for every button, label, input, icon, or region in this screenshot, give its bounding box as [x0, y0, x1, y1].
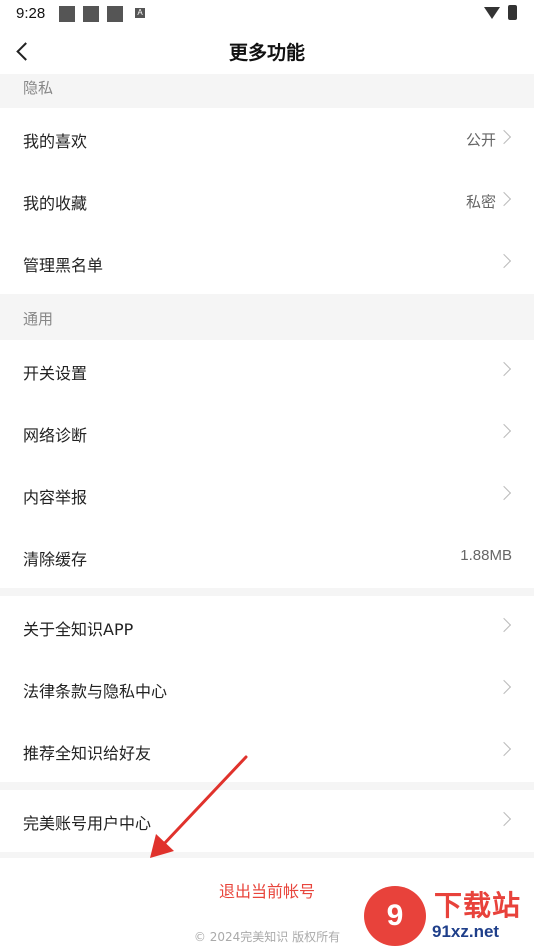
- chevron-right-icon: [496, 811, 512, 827]
- row-value: 公开: [465, 132, 496, 149]
- notification-icon: [59, 6, 75, 22]
- notification-icon: [107, 6, 123, 22]
- chevron-right-icon: [496, 679, 512, 695]
- watermark-logo: 9 下载站 91xz.net: [362, 884, 532, 948]
- row-switch-settings[interactable]: 开关设置: [0, 340, 534, 402]
- row-label: 法律条款与隐私中心: [23, 682, 168, 701]
- row-account-center[interactable]: 完美账号用户中心: [0, 790, 534, 852]
- status-bar: 9:28 A: [0, 0, 534, 28]
- section-label-privacy: 隐私: [23, 79, 54, 97]
- chevron-right-icon: [496, 361, 512, 377]
- row-legal-privacy[interactable]: 法律条款与隐私中心: [0, 658, 534, 720]
- chevron-right-icon: [496, 191, 512, 207]
- accessibility-icon: A: [135, 8, 145, 18]
- watermark-badge: 9: [364, 886, 426, 946]
- cache-size-value: 1.88MB: [460, 547, 512, 564]
- row-my-favorites[interactable]: 我的收藏 私密: [0, 170, 534, 232]
- row-label: 管理黑名单: [23, 256, 104, 275]
- row-label: 我的喜欢: [23, 132, 88, 151]
- row-label: 我的收藏: [23, 194, 88, 213]
- chevron-right-icon: [496, 129, 512, 145]
- account-group: 完美账号用户中心: [0, 790, 534, 852]
- privacy-group: 我的喜欢 公开 我的收藏 私密 管理黑名单: [0, 108, 534, 294]
- header-bar: 更多功能: [0, 28, 534, 74]
- chevron-right-icon: [496, 423, 512, 439]
- row-my-likes[interactable]: 我的喜欢 公开: [0, 108, 534, 170]
- row-network-diagnosis[interactable]: 网络诊断: [0, 402, 534, 464]
- wifi-icon: [484, 7, 500, 19]
- row-label: 推荐全知识给好友: [23, 744, 152, 763]
- row-label: 内容举报: [23, 488, 88, 507]
- row-value: 私密: [465, 194, 496, 211]
- chevron-right-icon: [496, 485, 512, 501]
- general-group: 开关设置 网络诊断 内容举报 清除缓存 1.88MB: [0, 340, 534, 588]
- watermark-en-text: 91xz.net: [432, 922, 500, 941]
- section-label-general: 通用: [23, 310, 54, 328]
- row-label: 开关设置: [23, 364, 88, 383]
- battery-icon: [508, 5, 517, 20]
- row-about-app[interactable]: 关于全知识APP: [0, 596, 534, 658]
- page-title: 更多功能: [228, 42, 305, 64]
- status-time: 9:28: [16, 5, 46, 22]
- row-recommend-friends[interactable]: 推荐全知识给好友: [0, 720, 534, 782]
- notification-icon: [83, 6, 99, 22]
- row-content-report[interactable]: 内容举报: [0, 464, 534, 526]
- chevron-right-icon: [496, 253, 512, 269]
- chevron-right-icon: [496, 741, 512, 757]
- watermark-cn-text: 下载站: [434, 889, 522, 922]
- row-clear-cache[interactable]: 清除缓存 1.88MB: [0, 526, 534, 588]
- row-label: 清除缓存: [23, 550, 88, 569]
- row-label: 完美账号用户中心: [23, 814, 152, 833]
- row-label: 网络诊断: [23, 426, 88, 445]
- row-manage-blacklist[interactable]: 管理黑名单: [0, 232, 534, 294]
- about-group: 关于全知识APP 法律条款与隐私中心 推荐全知识给好友: [0, 596, 534, 782]
- row-label: 关于全知识APP: [23, 620, 134, 639]
- chevron-right-icon: [496, 617, 512, 633]
